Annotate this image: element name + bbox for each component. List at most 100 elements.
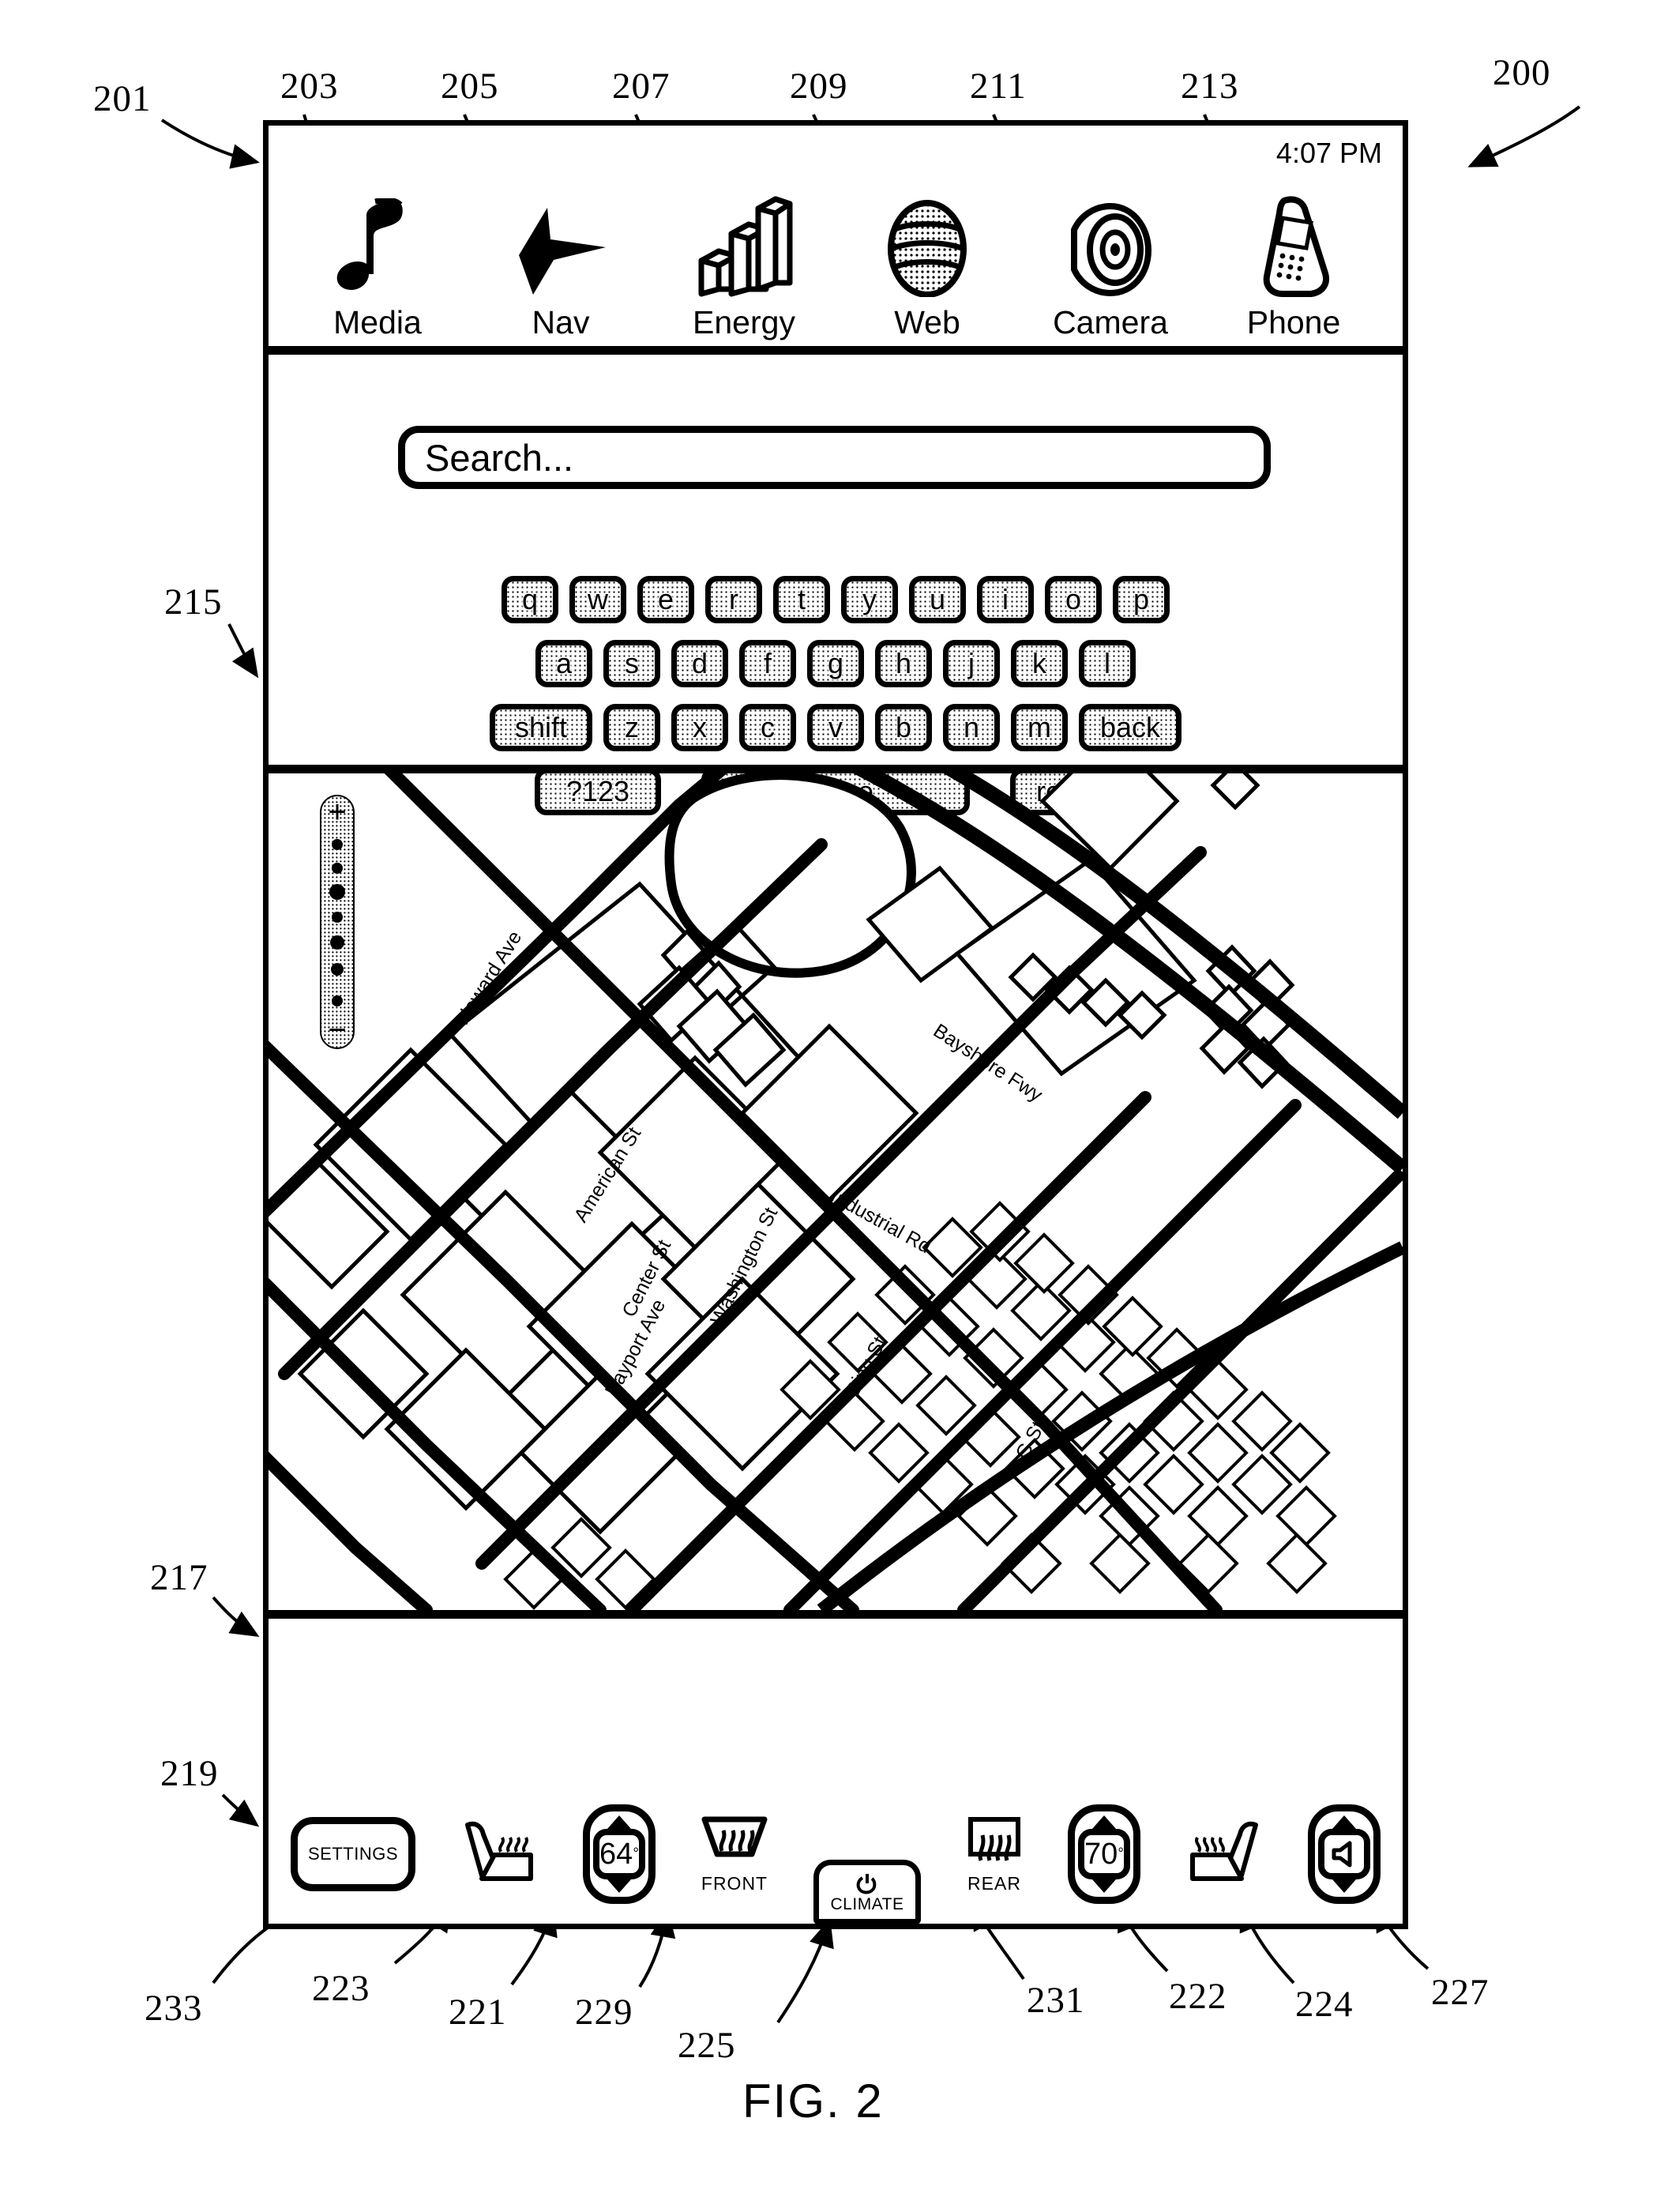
- degree-symbol-right: °: [1118, 1845, 1124, 1862]
- app-button-camera[interactable]: Camera: [1046, 164, 1176, 341]
- keyboard-row-3: shift z x c v b n m back: [269, 704, 1403, 751]
- temp-right-up-icon[interactable]: [1092, 1815, 1116, 1829]
- key-s[interactable]: s: [603, 640, 660, 687]
- climate-control-region: SETTINGS 64 ° FRONT CLIMATE REAR 70 °: [269, 1784, 1403, 1924]
- key-v[interactable]: v: [807, 704, 864, 751]
- key-b[interactable]: b: [875, 704, 932, 751]
- key-y[interactable]: y: [841, 576, 898, 623]
- temp-left-up-icon[interactable]: [607, 1815, 631, 1829]
- app-button-nav[interactable]: Nav: [496, 164, 626, 341]
- climate-controls: SETTINGS 64 ° FRONT CLIMATE REAR 70 °: [269, 1784, 1403, 1924]
- key-x[interactable]: x: [671, 704, 728, 751]
- ref-label-217: 217: [150, 1557, 208, 1598]
- globe-icon: [882, 193, 973, 297]
- ref-label-225: 225: [678, 2025, 736, 2066]
- key-l[interactable]: l: [1079, 640, 1136, 687]
- ref-label-227: 227: [1431, 1972, 1490, 2013]
- temperature-stepper-left[interactable]: 64 °: [583, 1804, 656, 1904]
- key-g[interactable]: g: [807, 640, 864, 687]
- key-backspace[interactable]: back: [1079, 704, 1182, 751]
- navigation-arrow-icon: [509, 193, 612, 297]
- key-j[interactable]: j: [943, 640, 1000, 687]
- key-r[interactable]: r: [705, 576, 762, 623]
- keyboard-row-2: a s d f g h j k l: [269, 640, 1403, 687]
- volume-stepper-control[interactable]: [1308, 1804, 1381, 1904]
- key-k[interactable]: k: [1011, 640, 1068, 687]
- app-button-phone[interactable]: Phone: [1229, 164, 1359, 341]
- key-m[interactable]: m: [1011, 704, 1068, 751]
- app-button-energy[interactable]: Energy: [679, 164, 810, 341]
- app-label-web: Web: [894, 304, 960, 340]
- app-label-energy: Energy: [693, 304, 795, 340]
- volume-stepper[interactable]: [1308, 1804, 1381, 1904]
- key-n[interactable]: n: [943, 704, 1000, 751]
- key-c[interactable]: c: [739, 704, 796, 751]
- rear-defrost-button[interactable]: REAR: [964, 1813, 1025, 1894]
- heated-seat-right-icon: [1190, 1821, 1258, 1881]
- temp-left-stepper[interactable]: 64 °: [583, 1804, 656, 1904]
- ref-label-223: 223: [312, 1968, 370, 2009]
- temp-right-value: 70: [1084, 1837, 1118, 1871]
- ref-label-201: 201: [93, 78, 152, 119]
- settings-button[interactable]: SETTINGS: [291, 1816, 415, 1891]
- music-note-icon: [334, 193, 421, 297]
- volume-down-icon[interactable]: [1332, 1879, 1356, 1893]
- key-i[interactable]: i: [977, 576, 1034, 623]
- key-q[interactable]: q: [502, 576, 558, 623]
- temp-right-down-icon[interactable]: [1092, 1879, 1116, 1893]
- temp-right-stepper[interactable]: 70 °: [1068, 1804, 1140, 1904]
- ref-label-211: 211: [970, 66, 1027, 107]
- heated-seat-left-button[interactable]: [458, 1820, 540, 1888]
- app-button-web[interactable]: Web: [862, 164, 993, 341]
- volume-up-icon[interactable]: [1332, 1815, 1356, 1829]
- key-shift[interactable]: shift: [490, 704, 592, 751]
- search-region: Search... q w e r t y u i o p a s d f g: [269, 355, 1403, 815]
- zoom-out-icon[interactable]: −: [328, 1013, 346, 1048]
- key-w[interactable]: w: [569, 576, 626, 623]
- key-f[interactable]: f: [739, 640, 796, 687]
- temp-left-down-icon[interactable]: [607, 1879, 631, 1893]
- key-a[interactable]: a: [535, 640, 592, 687]
- heated-seat-left-icon: [465, 1821, 533, 1881]
- degree-symbol-left: °: [633, 1845, 639, 1862]
- app-label-camera: Camera: [1053, 304, 1168, 340]
- speaker-icon: [1332, 1841, 1352, 1867]
- map-region[interactable]: Howard Ave American St Center St Bayport…: [269, 773, 1403, 1619]
- ref-label-221: 221: [449, 1992, 507, 2033]
- ref-label-219: 219: [160, 1753, 219, 1794]
- camera-lens-icon: [1063, 193, 1158, 297]
- volume-display: [1318, 1828, 1370, 1879]
- heated-seat-right-button[interactable]: [1183, 1820, 1265, 1888]
- climate-power-button-wrap[interactable]: CLIMATE: [813, 1860, 921, 1924]
- app-label-nav: Nav: [532, 304, 590, 340]
- figure-label: FIG. 2: [742, 2075, 884, 2127]
- app-label-media: Media: [333, 304, 422, 340]
- zoom-in-icon[interactable]: +: [328, 795, 346, 830]
- climate-power-label: CLIMATE: [830, 1894, 904, 1913]
- settings-button-wrap[interactable]: SETTINGS: [291, 1816, 415, 1891]
- key-d[interactable]: d: [671, 640, 728, 687]
- climate-power-button[interactable]: CLIMATE: [813, 1860, 921, 1924]
- ref-label-215: 215: [164, 581, 223, 623]
- key-z[interactable]: z: [603, 704, 660, 751]
- temp-left-value: 64: [599, 1837, 633, 1871]
- ref-label-213: 213: [1181, 66, 1239, 107]
- ref-label-229: 229: [575, 1992, 633, 2033]
- key-h[interactable]: h: [875, 640, 932, 687]
- bar-chart-3d-icon: [695, 193, 794, 297]
- app-button-media[interactable]: Media: [313, 164, 443, 341]
- key-t[interactable]: t: [773, 576, 830, 623]
- key-u[interactable]: u: [909, 576, 966, 623]
- mobile-phone-icon: [1253, 193, 1336, 297]
- temperature-stepper-right[interactable]: 70 °: [1068, 1804, 1140, 1904]
- key-e[interactable]: e: [637, 576, 694, 623]
- map-zoom-slider[interactable]: + −: [320, 795, 355, 1049]
- ref-label-200: 200: [1493, 52, 1551, 93]
- temp-left-display: 64 °: [593, 1828, 645, 1879]
- key-p[interactable]: p: [1113, 576, 1170, 623]
- key-o[interactable]: o: [1045, 576, 1102, 623]
- rear-defrost-icon: [968, 1817, 1020, 1861]
- map-canvas[interactable]: Howard Ave American St Center St Bayport…: [269, 773, 1403, 1610]
- front-defrost-button[interactable]: FRONT: [698, 1813, 771, 1894]
- search-input[interactable]: Search...: [398, 426, 1271, 489]
